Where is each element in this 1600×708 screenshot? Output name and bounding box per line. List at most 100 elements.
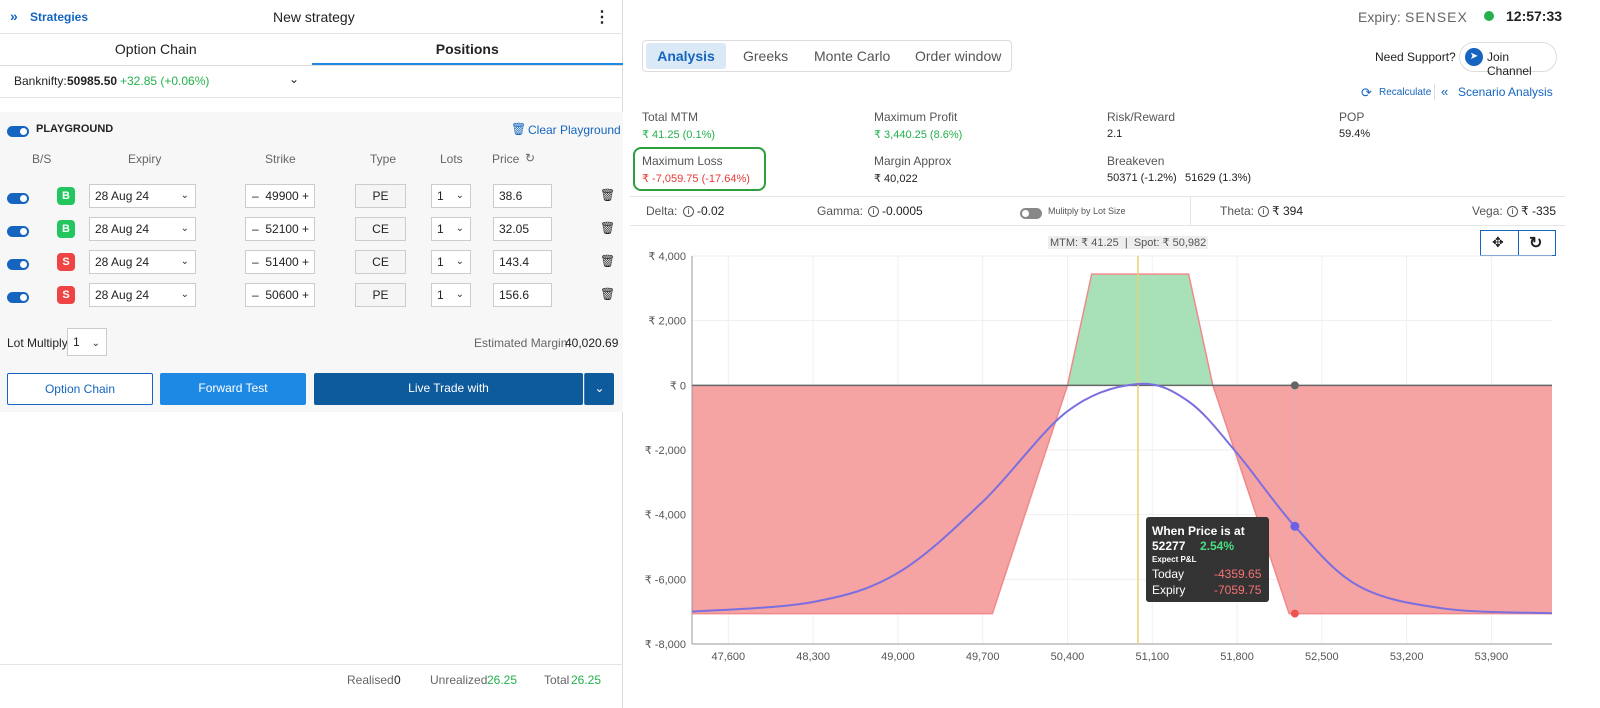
tooltip-price: 52277 <box>1152 539 1186 553</box>
strike-stepper[interactable]: – 49900 + <box>245 184 315 208</box>
x-tick-label: 49,700 <box>966 651 1000 663</box>
recalculate-icon[interactable]: ⟳ <box>1361 85 1372 101</box>
leg-row: S 28 Aug 24 ⌄ – 51400 + CE 1 ⌄ 143.4 🗑 <box>0 248 623 281</box>
payoff-chart[interactable]: ₹ 4,000 ₹ 2,000 ₹ 0 ₹ -2,000 ₹ -4,000 ₹ -6,00… <box>630 250 1565 705</box>
col-price: Price <box>492 152 520 166</box>
live-trade-button[interactable]: Live Trade with <box>314 373 583 405</box>
col-strike: Strike <box>265 152 296 166</box>
tab-monte-carlo[interactable]: Monte Carlo <box>814 41 890 71</box>
y-tick-label: ₹ -6,000 <box>645 574 686 586</box>
delete-icon[interactable]: 🗑 <box>600 221 615 235</box>
total-label: Total <box>544 673 570 687</box>
strike-stepper[interactable]: – 50600 + <box>245 283 315 307</box>
greeks-bar: Delta: i -0.02 Gamma: i -0.0005 Mulitply… <box>630 196 1565 226</box>
expiry-fill <box>692 274 1552 614</box>
leg-toggle[interactable] <box>7 290 29 304</box>
strike-stepper[interactable]: – 51400 + <box>245 250 315 274</box>
gamma-label: Gamma: <box>817 204 864 218</box>
forward-test-button[interactable]: Forward Test <box>160 373 306 405</box>
realised-label: Realised <box>347 673 394 687</box>
tab-positions[interactable]: Positions <box>311 34 623 65</box>
leg-toggle[interactable] <box>7 191 29 205</box>
lots-select[interactable]: 1 ⌄ <box>431 217 471 241</box>
total-mtm-value: ₹ 41.25 (0.1%) <box>642 129 716 141</box>
clear-playground-button[interactable]: Clear Playground <box>528 123 621 137</box>
info-icon[interactable]: i <box>1507 206 1518 217</box>
side-badge[interactable]: B <box>57 187 75 205</box>
y-tick-label: ₹ -4,000 <box>645 510 686 522</box>
realised-value: 0 <box>394 673 401 687</box>
left-panel: » Strategies New strategy ⋮ Option Chain… <box>0 0 623 708</box>
strike-stepper[interactable]: – 52100 + <box>245 217 315 241</box>
price-input[interactable]: 143.4 <box>493 250 552 274</box>
lot-multiply-select[interactable]: 1 ⌄ <box>67 328 107 356</box>
info-icon[interactable]: i <box>683 206 694 217</box>
chevron-down-icon[interactable]: ⌄ <box>584 373 614 405</box>
scenario-analysis-button[interactable]: Scenario Analysis <box>1458 85 1553 99</box>
playground-toggle[interactable] <box>7 124 29 138</box>
lots-select[interactable]: 1 ⌄ <box>431 250 471 274</box>
delete-icon[interactable]: 🗑 <box>600 188 615 202</box>
x-tick-label: 48,300 <box>796 651 830 663</box>
margin-value: ₹ 40,022 <box>874 173 918 185</box>
expiry-select[interactable]: 28 Aug 24 ⌄ <box>89 250 196 274</box>
left-tabs: Option Chain Positions <box>0 34 623 66</box>
theta-label: Theta: <box>1220 204 1255 218</box>
tab-analysis[interactable]: Analysis <box>646 43 726 69</box>
leg-toggle[interactable] <box>7 257 29 271</box>
y-tick-label: ₹ -8,000 <box>645 639 686 651</box>
underlying-selector[interactable]: Banknifty: 50985.50 +32.85 (+0.06%) ⌄ <box>0 66 623 98</box>
tab-greeks[interactable]: Greeks <box>743 41 788 71</box>
side-badge[interactable]: B <box>57 220 75 238</box>
price-input[interactable]: 156.6 <box>493 283 552 307</box>
info-icon[interactable]: i <box>1258 206 1269 217</box>
double-chevron-left-icon[interactable]: « <box>1441 84 1448 99</box>
delete-icon[interactable]: 🗑 <box>600 254 615 268</box>
gamma-value: -0.0005 <box>882 204 923 218</box>
lots-select[interactable]: 1 ⌄ <box>431 184 471 208</box>
telegram-icon: ➤ <box>1465 48 1483 66</box>
more-options-icon[interactable]: ⋮ <box>594 7 610 27</box>
pnl-footer: Realised 0 Unrealized 26.25 Total 26.25 <box>0 664 623 708</box>
double-chevron-icon[interactable]: » <box>10 8 18 24</box>
tooltip-title: When Price is at <box>1152 524 1245 538</box>
strategy-name[interactable]: New strategy <box>273 9 355 25</box>
unrealized-label: Unrealized <box>430 673 488 687</box>
chevron-down-icon[interactable]: ⌄ <box>289 72 299 86</box>
lots-select[interactable]: 1 ⌄ <box>431 283 471 307</box>
leg-toggle[interactable] <box>7 224 29 238</box>
delete-icon[interactable]: 🗑 <box>600 287 615 301</box>
price-input[interactable]: 32.05 <box>493 217 552 241</box>
y-tick-label: ₹ 0 <box>670 380 686 392</box>
delta-value: -0.02 <box>697 204 725 218</box>
col-type: Type <box>370 152 397 166</box>
tooltip-pct: 2.54% <box>1200 539 1235 553</box>
delta-label: Delta: <box>646 204 678 218</box>
pan-icon[interactable]: ✥ <box>1492 234 1504 251</box>
info-icon[interactable]: i <box>868 206 879 217</box>
col-expiry: Expiry <box>128 152 162 166</box>
strategies-link[interactable]: Strategies <box>30 10 88 24</box>
side-badge[interactable]: S <box>57 286 75 304</box>
side-badge[interactable]: S <box>57 253 75 271</box>
trash-icon[interactable]: 🗑 <box>511 122 526 136</box>
option-chain-button[interactable]: Option Chain <box>7 373 153 405</box>
recalculate-button[interactable]: Recalculate <box>1379 87 1431 98</box>
tooltip-expiry-label: Expiry <box>1152 583 1186 597</box>
refresh-icon[interactable]: ↻ <box>525 151 535 165</box>
join-channel-button[interactable]: ➤ Join Channel <box>1459 42 1557 78</box>
expiry-select[interactable]: 28 Aug 24 ⌄ <box>89 184 196 208</box>
expiry-select[interactable]: 28 Aug 24 ⌄ <box>89 217 196 241</box>
max-loss-label: Maximum Loss <box>642 154 723 168</box>
multiply-lot-toggle[interactable] <box>1020 206 1042 220</box>
pop-value: 59.4% <box>1339 128 1371 140</box>
right-panel: Expiry: SENSEX 12:57:33 Analysis Greeks … <box>630 0 1600 708</box>
type-field: PE <box>355 184 406 208</box>
tab-order-window[interactable]: Order window <box>915 41 1001 71</box>
price-input[interactable]: 38.6 <box>493 184 552 208</box>
expiry-select[interactable]: 28 Aug 24 ⌄ <box>89 283 196 307</box>
y-tick-label: ₹ 2,000 <box>648 316 686 328</box>
max-loss-value: ₹ -7,059.75 (-17.64%) <box>642 173 750 185</box>
tab-option-chain[interactable]: Option Chain <box>0 34 312 65</box>
margin-label: Margin Approx <box>874 154 952 168</box>
